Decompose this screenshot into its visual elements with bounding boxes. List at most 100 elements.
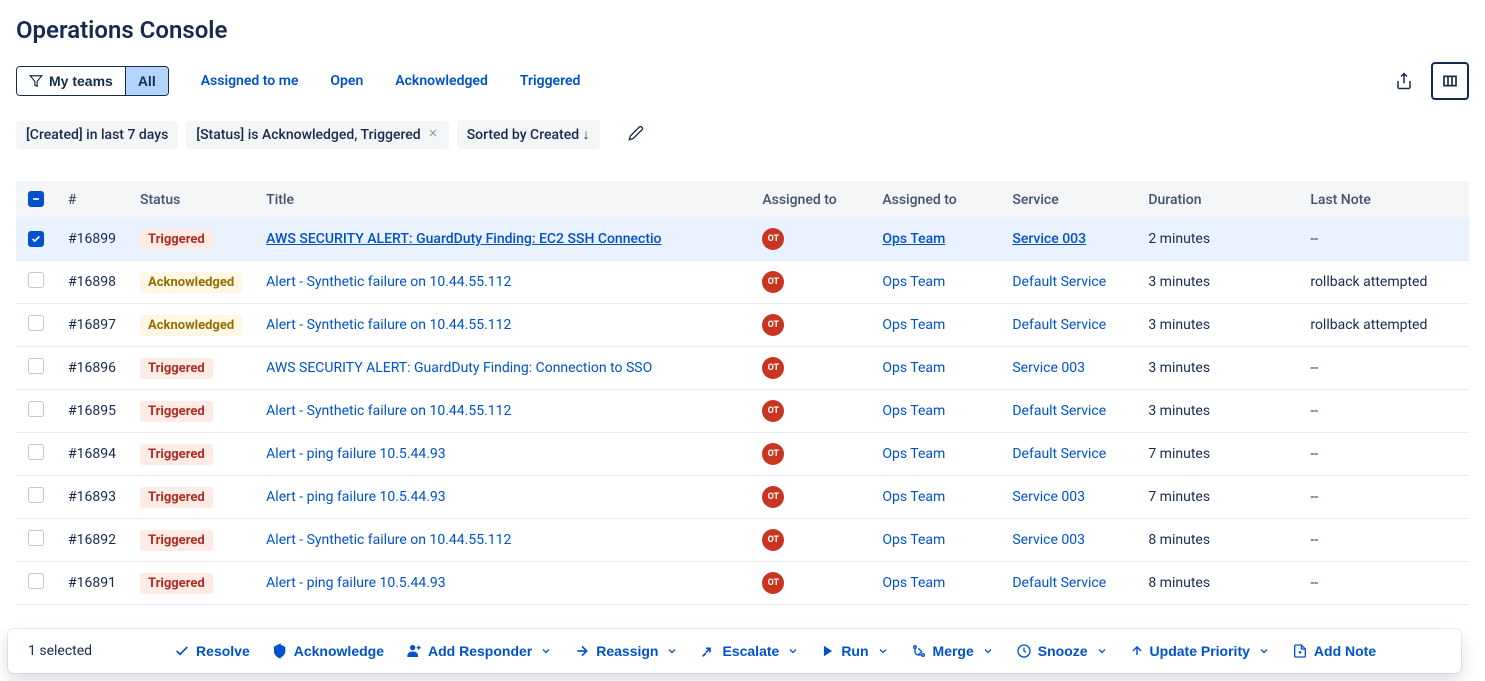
table-row[interactable]: #16896TriggeredAWS SECURITY ALERT: Guard… (16, 347, 1469, 390)
table-row[interactable]: #16898AcknowledgedAlert - Synthetic fail… (16, 261, 1469, 304)
assignee-link[interactable]: Ops Team (882, 489, 945, 505)
col-lastnote[interactable]: Last Note (1298, 181, 1469, 218)
assignee-avatar[interactable]: OT (762, 443, 784, 465)
quick-filter-open[interactable]: Open (330, 73, 363, 89)
assignee-avatar[interactable]: OT (762, 314, 784, 336)
service-link[interactable]: Default Service (1012, 575, 1106, 591)
duration-cell: 2 minutes (1136, 218, 1298, 261)
chip-created[interactable]: [Created] in last 7 days (16, 121, 178, 149)
row-checkbox[interactable] (28, 315, 44, 331)
service-link[interactable]: Service 003 (1012, 360, 1085, 376)
row-checkbox[interactable] (28, 401, 44, 417)
row-checkbox[interactable] (28, 358, 44, 374)
service-link[interactable]: Default Service (1012, 446, 1106, 462)
service-link[interactable]: Service 003 (1012, 489, 1085, 505)
incident-title-link[interactable]: Alert - Synthetic failure on 10.44.55.11… (266, 532, 511, 548)
merge-button[interactable]: Merge (911, 643, 994, 659)
incident-title-link[interactable]: Alert - Synthetic failure on 10.44.55.11… (266, 403, 511, 419)
assignee-avatar[interactable]: OT (762, 572, 784, 594)
edit-filters-button[interactable] (624, 121, 648, 148)
assignee-link[interactable]: Ops Team (882, 317, 945, 333)
col-service[interactable]: Service (1000, 181, 1136, 218)
incident-title-link[interactable]: Alert - Synthetic failure on 10.44.55.11… (266, 317, 511, 333)
col-assignee-avatar[interactable]: Assigned to (750, 181, 870, 218)
last-note-cell: -- (1298, 476, 1469, 519)
add-responder-button[interactable]: Add Responder (406, 643, 552, 659)
row-checkbox[interactable] (28, 573, 44, 589)
service-link[interactable]: Service 003 (1012, 532, 1085, 548)
col-status[interactable]: Status (128, 181, 254, 218)
table-row[interactable]: #16892TriggeredAlert - Synthetic failure… (16, 519, 1469, 562)
filter-tabs: My teams All Assigned to me Open Acknowl… (16, 66, 580, 96)
assignee-avatar[interactable]: OT (762, 486, 784, 508)
chevron-down-icon (787, 645, 799, 657)
columns-button[interactable] (1431, 62, 1469, 100)
row-checkbox[interactable] (28, 487, 44, 503)
quick-filter-assigned-to-me[interactable]: Assigned to me (201, 73, 299, 89)
select-all-checkbox[interactable] (28, 191, 44, 207)
escalate-button[interactable]: Escalate (700, 643, 799, 659)
col-title[interactable]: Title (254, 181, 750, 218)
my-teams-button[interactable]: My teams (17, 67, 126, 95)
incident-title-link[interactable]: AWS SECURITY ALERT: GuardDuty Finding: C… (266, 360, 652, 376)
col-assignee-link[interactable]: Assigned to (870, 181, 1000, 218)
table-row[interactable]: #16894TriggeredAlert - ping failure 10.5… (16, 433, 1469, 476)
chevron-down-icon (877, 645, 889, 657)
assignee-avatar[interactable]: OT (762, 271, 784, 293)
assignee-avatar[interactable]: OT (762, 529, 784, 551)
row-checkbox[interactable] (28, 272, 44, 288)
incident-title-link[interactable]: AWS SECURITY ALERT: GuardDuty Finding: E… (266, 231, 661, 247)
snooze-button[interactable]: Snooze (1016, 643, 1108, 659)
service-link[interactable]: Default Service (1012, 274, 1106, 290)
escalate-icon (700, 643, 716, 659)
table-row[interactable]: #16895TriggeredAlert - Synthetic failure… (16, 390, 1469, 433)
service-link[interactable]: Service 003 (1012, 231, 1086, 247)
update-priority-button[interactable]: Update Priority (1130, 643, 1270, 659)
assignee-link[interactable]: Ops Team (882, 532, 945, 548)
row-checkbox[interactable] (28, 231, 44, 247)
chip-status-remove-icon[interactable] (427, 127, 439, 143)
assignee-avatar[interactable]: OT (762, 228, 784, 250)
assignee-avatar[interactable]: OT (762, 400, 784, 422)
chevron-down-icon (666, 645, 678, 657)
assignee-link[interactable]: Ops Team (882, 274, 945, 290)
row-checkbox[interactable] (28, 530, 44, 546)
all-button[interactable]: All (126, 67, 168, 95)
incident-title-link[interactable]: Alert - ping failure 10.5.44.93 (266, 446, 445, 462)
service-link[interactable]: Default Service (1012, 317, 1106, 333)
incident-title-link[interactable]: Alert - ping failure 10.5.44.93 (266, 575, 445, 591)
table-row[interactable]: #16897AcknowledgedAlert - Synthetic fail… (16, 304, 1469, 347)
assignee-link[interactable]: Ops Team (882, 446, 945, 462)
incident-title-link[interactable]: Alert - Synthetic failure on 10.44.55.11… (266, 274, 511, 290)
run-button[interactable]: Run (821, 643, 888, 659)
chip-sorted[interactable]: Sorted by Created ↓ (457, 120, 600, 149)
duration-cell: 8 minutes (1136, 562, 1298, 605)
assignee-link[interactable]: Ops Team (882, 360, 945, 376)
assignee-avatar[interactable]: OT (762, 357, 784, 379)
quick-filter-triggered[interactable]: Triggered (520, 73, 581, 89)
duration-cell: 8 minutes (1136, 519, 1298, 562)
status-badge: Acknowledged (140, 315, 242, 336)
assignee-link[interactable]: Ops Team (882, 403, 945, 419)
table-row[interactable]: #16899TriggeredAWS SECURITY ALERT: Guard… (16, 218, 1469, 261)
col-duration[interactable]: Duration (1136, 181, 1298, 218)
toolbar-right-icons (1385, 62, 1469, 100)
quick-filter-acknowledged[interactable]: Acknowledged (395, 73, 488, 89)
share-button[interactable] (1385, 62, 1423, 100)
assignee-link[interactable]: Ops Team (882, 575, 945, 591)
col-number[interactable]: # (56, 181, 128, 218)
chip-status[interactable]: [Status] is Acknowledged, Triggered (186, 121, 448, 149)
acknowledge-button[interactable]: Acknowledge (272, 643, 384, 659)
resolve-button[interactable]: Resolve (174, 643, 250, 659)
reassign-button[interactable]: Reassign (574, 643, 678, 659)
add-note-button[interactable]: Add Note (1292, 643, 1376, 659)
table-row[interactable]: #16891TriggeredAlert - ping failure 10.5… (16, 562, 1469, 605)
scope-segmented: My teams All (16, 66, 169, 96)
assignee-link[interactable]: Ops Team (882, 231, 945, 247)
quick-filter-links: Assigned to me Open Acknowledged Trigger… (201, 73, 581, 89)
row-checkbox[interactable] (28, 444, 44, 460)
service-link[interactable]: Default Service (1012, 403, 1106, 419)
table-row[interactable]: #16893TriggeredAlert - ping failure 10.5… (16, 476, 1469, 519)
page-title: Operations Console (16, 16, 1469, 44)
incident-title-link[interactable]: Alert - ping failure 10.5.44.93 (266, 489, 445, 505)
